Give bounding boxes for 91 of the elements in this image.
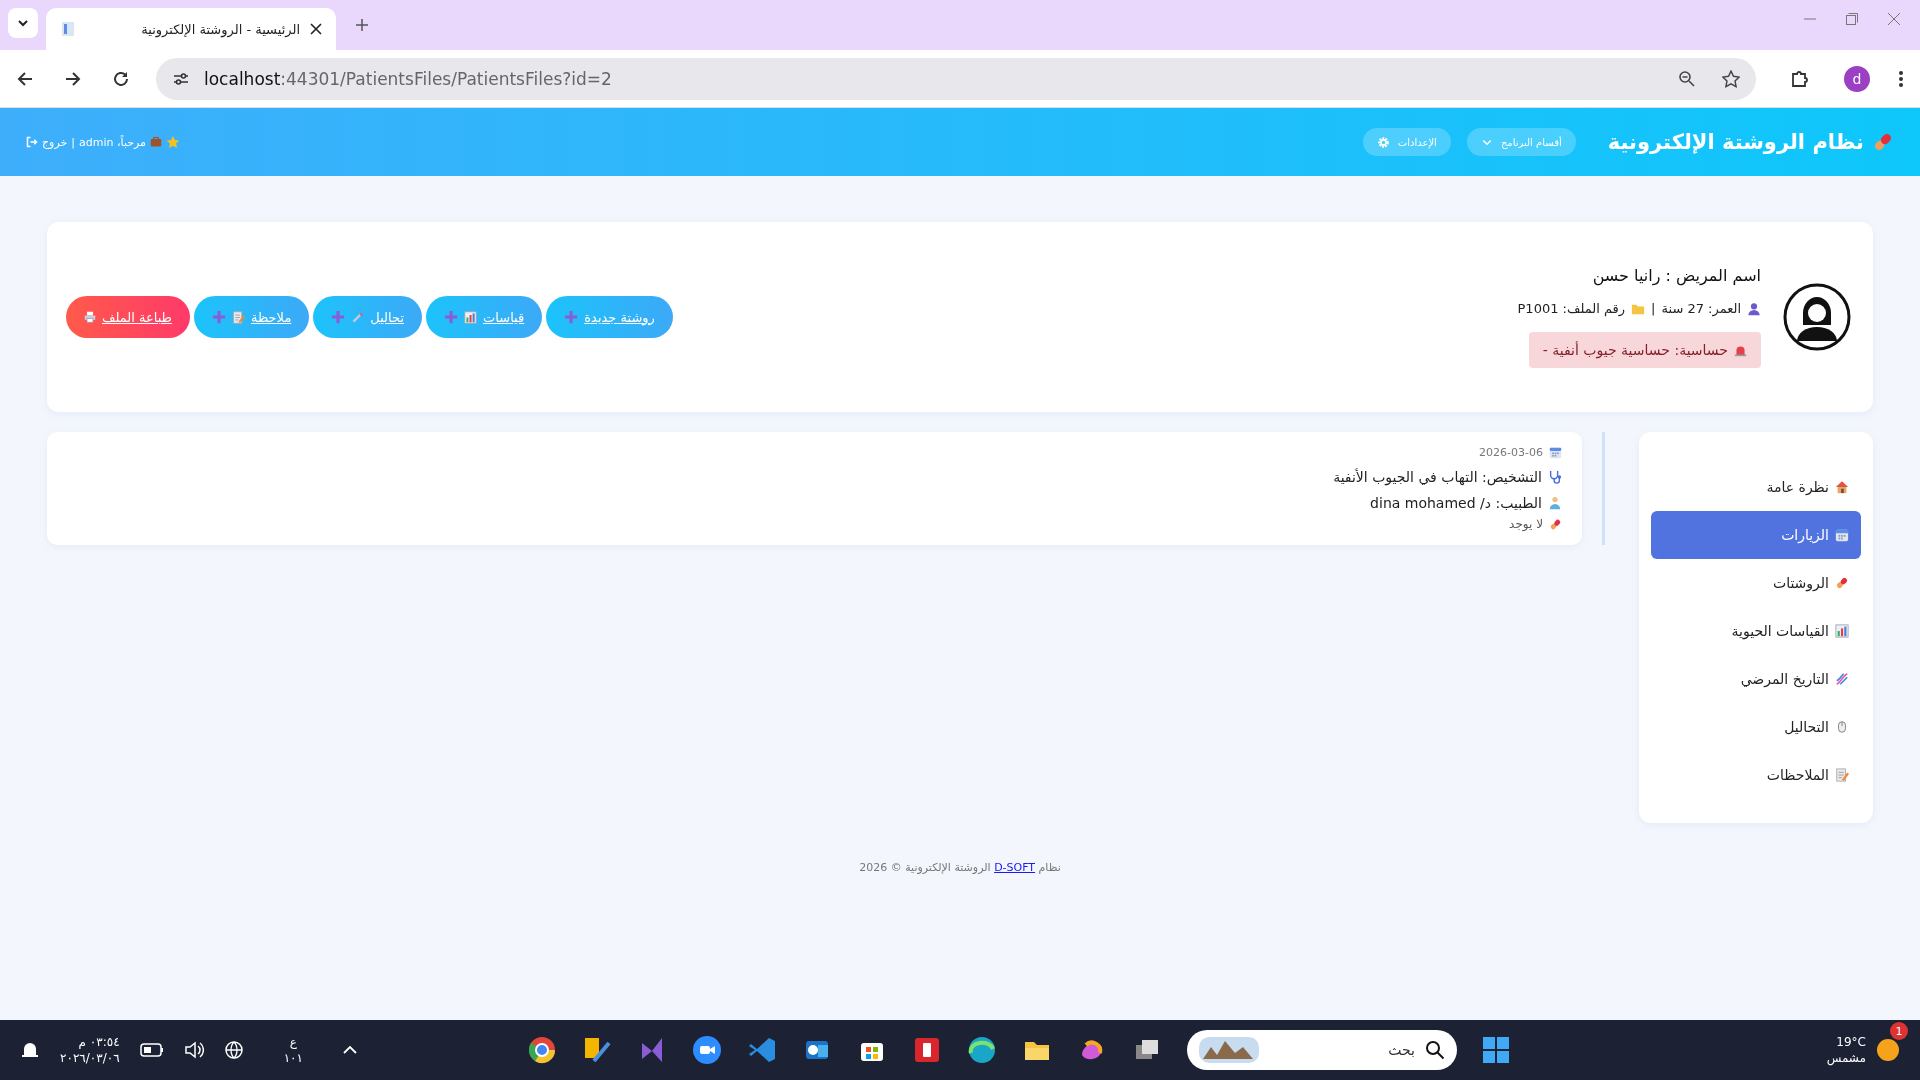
stethoscope-icon: [1548, 470, 1562, 484]
briefcase-icon: [149, 136, 162, 148]
date-text: ٢٠٢٦/٠٣/٠٦: [60, 1050, 120, 1066]
volume-icon[interactable]: [183, 1041, 204, 1059]
forward-icon[interactable]: [64, 69, 82, 88]
prescription-text: لا يوجد: [1509, 517, 1543, 531]
star-icon: [165, 135, 180, 149]
sidebar-item[interactable]: الزيارات: [1651, 511, 1861, 559]
new-tab-icon[interactable]: [354, 17, 370, 33]
plus-icon: [444, 310, 459, 324]
logout-icon: [26, 136, 38, 148]
weather-text: مشمس: [1826, 1050, 1866, 1066]
greeting-text: مرحباً، admin: [79, 135, 146, 149]
person-icon: [1747, 301, 1761, 316]
siren-icon: [1734, 343, 1747, 357]
profile-avatar[interactable]: d: [1844, 65, 1870, 92]
document-icon: [60, 21, 76, 37]
mouse-icon: [1835, 720, 1849, 734]
avatar-icon: [1783, 283, 1851, 351]
time-text: ٠٣:٥٤ م: [78, 1034, 120, 1050]
url-text: localhost:44301/PatientsFiles/PatientsFiles?id=2: [204, 68, 613, 89]
plus-icon: [211, 310, 226, 324]
sun-icon: [1876, 1038, 1900, 1062]
back-icon[interactable]: [16, 69, 34, 88]
separator-text: |: [71, 135, 75, 149]
calendar-icon: [1835, 528, 1849, 542]
syringe-icon: [351, 310, 365, 324]
language-text: ع: [289, 1034, 297, 1050]
clock[interactable]: ٠٣:٥٤ م ٢٠٢٦/٠٣/٠٦: [60, 1034, 120, 1066]
visit-date: 2026-03-06: [1479, 446, 1543, 459]
note-icon: [1835, 768, 1849, 782]
bookmark-star-icon[interactable]: [1722, 69, 1740, 88]
wave-app-icon[interactable]: [967, 1035, 997, 1065]
sidebar-item[interactable]: نظرة عامة: [1651, 463, 1861, 511]
tools-app-icon[interactable]: [582, 1035, 612, 1065]
globe-icon[interactable]: [223, 1040, 244, 1060]
sidebar-item[interactable]: الملاحظات: [1651, 751, 1861, 799]
diagnosis-text: التشخيص: التهاب في الجيوب الأنفية: [1333, 469, 1542, 485]
age-text: العمر: 27 سنة: [1661, 301, 1741, 316]
separator-text: |: [1651, 301, 1656, 316]
chevron-up-icon[interactable]: [343, 1045, 357, 1055]
browser-tab[interactable]: الرئيسية - الروشتة الإلكترونية: [46, 8, 336, 50]
camera-app-icon[interactable]: [692, 1035, 722, 1065]
layout-text: ١٠١: [283, 1050, 303, 1066]
search-banner-icon: [1199, 1037, 1259, 1063]
sidebar-item[interactable]: التحاليل: [1651, 703, 1861, 751]
pill-icon: [1549, 517, 1562, 531]
menu-icon[interactable]: [1898, 69, 1904, 88]
notification-icon[interactable]: [20, 1040, 40, 1060]
zoom-icon[interactable]: [1678, 69, 1696, 88]
company-link[interactable]: D-SOFT: [994, 861, 1036, 874]
bar-chart-icon: [464, 310, 478, 324]
sidebar-item[interactable]: الروشتات: [1651, 559, 1861, 607]
tab-list-button[interactable]: [8, 8, 38, 38]
search-icon: [1425, 1040, 1445, 1060]
language-indicator[interactable]: ع ١٠١: [283, 1034, 303, 1066]
file-number: رقم الملف: P1001: [1517, 301, 1626, 316]
circle-app-icon[interactable]: [527, 1035, 557, 1065]
notification-badge: 1: [1890, 1022, 1908, 1040]
dna-icon: [1835, 672, 1849, 686]
temperature-text: 19°C: [1836, 1034, 1866, 1050]
search-field[interactable]: بحث: [1187, 1030, 1457, 1070]
pill-icon: [1872, 131, 1894, 153]
restore-icon[interactable]: [1846, 13, 1858, 25]
reload-icon[interactable]: [112, 69, 130, 88]
app-title: نظام الروشتة الإلكترونية: [1607, 130, 1864, 154]
tile-app-icon[interactable]: [912, 1035, 942, 1065]
patient-name: اسم المريض : رانيا حسن: [1592, 266, 1761, 285]
chevron-down-icon: [17, 17, 29, 29]
doctor-text: الطبيب: د/ dina mohamed: [1370, 495, 1542, 511]
note-icon: [231, 310, 245, 324]
tab-title: الرئيسية - الروشتة الإلكترونية: [140, 21, 300, 37]
sidebar-item[interactable]: التاريخ المرضي: [1651, 655, 1861, 703]
sidebar-item[interactable]: القياسات الحيوية: [1651, 607, 1861, 655]
doctor-icon: [1548, 496, 1562, 510]
house-icon: [1835, 480, 1849, 494]
code-editor-icon[interactable]: [747, 1035, 777, 1065]
printer-icon: [84, 311, 96, 323]
battery-icon[interactable]: [139, 1043, 164, 1057]
allergy-alert: حساسية: حساسية جيوب أنفية -: [1528, 332, 1761, 368]
bar-chart-icon: [1835, 624, 1849, 638]
plus-icon: [564, 310, 579, 324]
close-icon[interactable]: [310, 23, 322, 35]
address-bar[interactable]: localhost:44301/PatientsFiles/PatientsFiles?id=2: [156, 57, 1756, 100]
start-icon[interactable]: [1482, 1036, 1510, 1064]
extensions-icon[interactable]: [1790, 68, 1810, 89]
plus-icon: [331, 310, 346, 324]
search-placeholder: بحث: [1387, 1042, 1415, 1058]
pill-icon: [1835, 576, 1849, 590]
calendar-icon: [1549, 446, 1562, 459]
gear-icon: [1376, 135, 1390, 149]
